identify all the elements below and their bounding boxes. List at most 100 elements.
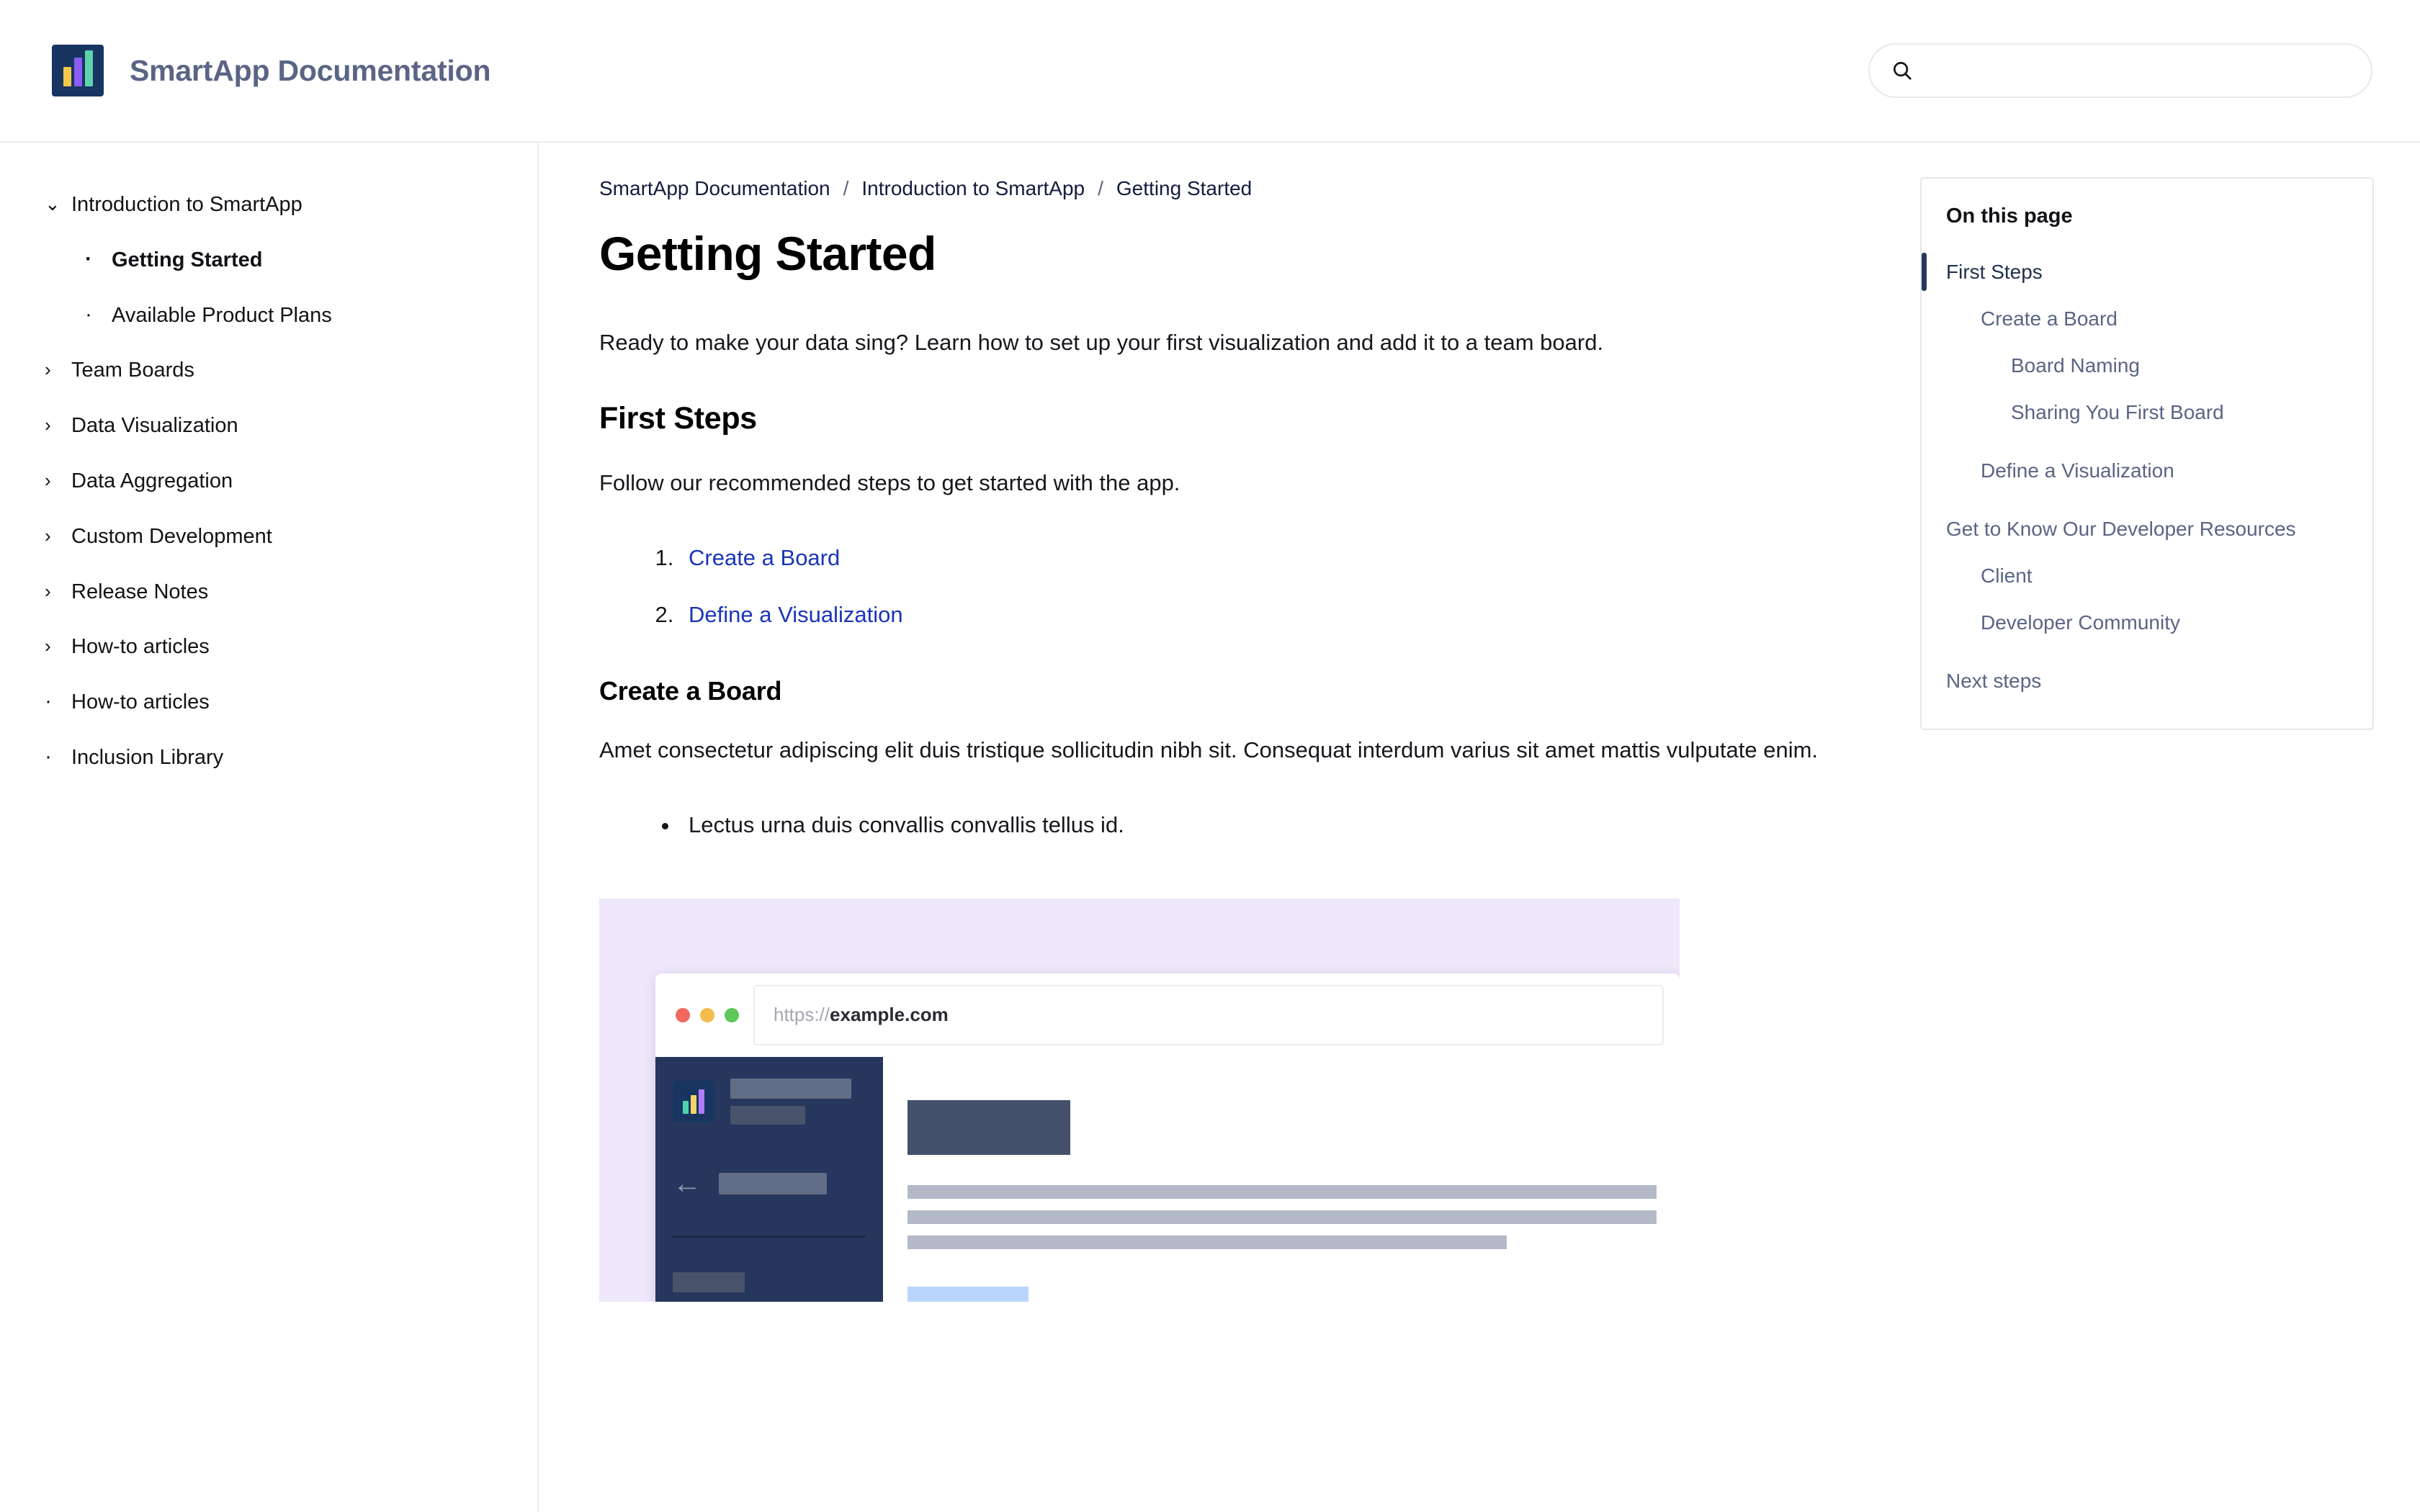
mock-app-content xyxy=(883,1056,1680,1302)
breadcrumb: SmartApp Documentation / Introduction to… xyxy=(599,177,1887,200)
section-heading-create-a-board: Create a Board xyxy=(599,676,782,706)
breadcrumb-separator: / xyxy=(843,177,849,199)
toc-link-sharing-you-first-board[interactable]: Sharing You First Board xyxy=(1922,389,2372,436)
sidebar-item-label: Getting Started xyxy=(112,248,263,271)
app-header: SmartApp Documentation xyxy=(0,0,2420,143)
mock-back-row: ← xyxy=(673,1169,866,1198)
mock-browser-window: https://example.com ← xyxy=(655,973,1680,1302)
chevron-right-icon: › xyxy=(45,524,51,546)
chevron-right-icon: › xyxy=(45,414,51,436)
toc-link-developer-resources[interactable]: Get to Know Our Developer Resources xyxy=(1922,505,2372,552)
toc-spacer xyxy=(1922,494,2372,505)
toc-link-create-a-board[interactable]: Create a Board xyxy=(1922,295,2372,342)
chevron-right-icon: › xyxy=(45,580,51,602)
first-steps-paragraph: Follow our recommended steps to get star… xyxy=(599,469,1180,495)
sidebar-item-how-to-articles[interactable]: › How-to articles xyxy=(0,619,537,675)
content-block-blue xyxy=(908,1286,1028,1302)
bullet-dot-icon: · xyxy=(85,302,92,326)
sidebar-item-label: How-to articles xyxy=(71,635,210,659)
breadcrumb-item-root[interactable]: SmartApp Documentation xyxy=(599,177,830,200)
url-host: example.com xyxy=(830,1004,949,1026)
sidebar-item-inclusion-library[interactable]: · Inclusion Library xyxy=(0,730,537,786)
brand[interactable]: SmartApp Documentation xyxy=(52,45,490,96)
sidebar-item-how-to-articles-2[interactable]: · How-to articles xyxy=(0,675,537,730)
list-item: Define a Visualization xyxy=(680,598,1887,632)
on-this-page-panel: On this page First Steps Create a Board … xyxy=(1920,177,2374,730)
sidebar-item-data-visualization[interactable]: › Data Visualization xyxy=(0,398,537,454)
toc-link-define-a-visualization[interactable]: Define a Visualization xyxy=(1922,447,2372,494)
text-line-placeholder xyxy=(908,1210,1657,1224)
sidebar-item-label: How-to articles xyxy=(71,690,210,714)
toc-link-next-steps[interactable]: Next steps xyxy=(1922,657,2372,704)
toc-spacer xyxy=(1922,646,2372,657)
toc-spacer xyxy=(1922,436,2372,447)
close-dot-icon xyxy=(676,1007,690,1022)
sidebar-item-label: Introduction to SmartApp xyxy=(71,193,302,216)
breadcrumb-item-section[interactable]: Introduction to SmartApp xyxy=(861,177,1085,200)
chevron-right-icon: › xyxy=(45,635,51,657)
bar-chart-logo-icon xyxy=(52,45,104,96)
mock-bar-chart-logo-icon xyxy=(673,1080,714,1122)
on-this-page-title: On this page xyxy=(1946,204,2073,228)
sidebar-item-label: Available Product Plans xyxy=(112,303,332,327)
placeholder-bar xyxy=(730,1105,805,1125)
breadcrumb-item-current[interactable]: Getting Started xyxy=(1116,177,1252,200)
app-screenshot-illustration: https://example.com ← xyxy=(599,898,1680,1302)
arrow-left-icon: ← xyxy=(673,1167,702,1200)
sidebar-item-label: Team Boards xyxy=(71,359,194,382)
window-controls xyxy=(676,1007,739,1022)
sidebar-item-release-notes[interactable]: › Release Notes xyxy=(0,564,537,620)
sidebar-item-label: Release Notes xyxy=(71,580,209,603)
logo-bar-yellow xyxy=(63,67,71,86)
page-shell: ⌄ Introduction to SmartApp · Getting Sta… xyxy=(0,143,2420,1512)
sidebar-item-team-boards[interactable]: › Team Boards xyxy=(0,343,537,398)
sidebar-item-label: Data Aggregation xyxy=(71,469,233,492)
bullet-dot-icon: · xyxy=(45,689,52,714)
sidebar-item-introduction-to-smartapp[interactable]: ⌄ Introduction to SmartApp xyxy=(0,177,537,233)
toc-link-client[interactable]: Client xyxy=(1922,552,2372,599)
mock-sidebar-divider xyxy=(673,1235,866,1238)
toc-link-first-steps[interactable]: First Steps xyxy=(1922,248,2372,295)
on-this-page-column: On this page First Steps Create a Board … xyxy=(1887,143,2420,1512)
placeholder-bar xyxy=(673,1272,745,1292)
search-icon xyxy=(1894,62,1912,80)
chevron-right-icon: › xyxy=(45,359,51,381)
minimize-dot-icon xyxy=(700,1007,714,1022)
intro-paragraph: Ready to make your data sing? Learn how … xyxy=(599,329,1604,355)
search-box[interactable] xyxy=(1868,43,2372,98)
article-main: SmartApp Documentation / Introduction to… xyxy=(539,143,1887,1512)
mock-browser-body: ← xyxy=(655,1056,1680,1302)
text-line-placeholder xyxy=(908,1184,1657,1199)
bullet-dot-icon: · xyxy=(85,246,92,271)
list-item: Lectus urna duis convallis convallis tel… xyxy=(680,809,1887,842)
create-board-paragraph: Amet consectetur adipiscing elit duis tr… xyxy=(599,737,1819,763)
bullet-dot-icon: · xyxy=(45,744,52,768)
breadcrumb-separator: / xyxy=(1098,177,1103,199)
section-heading-first-steps: First Steps xyxy=(599,400,757,436)
brand-title: SmartApp Documentation xyxy=(130,53,491,87)
list-item: Create a Board xyxy=(680,541,1887,575)
search-input[interactable] xyxy=(1924,58,2349,83)
create-board-bullet-list: Lectus urna duis convallis convallis tel… xyxy=(599,809,1887,842)
sidebar-item-data-aggregation[interactable]: › Data Aggregation xyxy=(0,454,537,509)
sidebar-item-custom-development[interactable]: › Custom Development xyxy=(0,509,537,564)
sidebar-item-label: Inclusion Library xyxy=(71,745,224,769)
page-title: Getting Started xyxy=(599,227,936,280)
sidebar-item-label: Data Visualization xyxy=(71,414,238,438)
sidebar-nav: ⌄ Introduction to SmartApp · Getting Sta… xyxy=(0,143,539,1512)
sidebar-item-available-product-plans[interactable]: · Available Product Plans xyxy=(0,288,537,343)
mock-logo-bar-purple xyxy=(699,1089,704,1114)
mock-logo-bar-teal xyxy=(683,1100,689,1114)
mock-browser-toolbar: https://example.com xyxy=(655,973,1680,1057)
mock-url-field: https://example.com xyxy=(753,984,1664,1045)
placeholder-bar xyxy=(719,1172,827,1194)
toc-link-board-naming[interactable]: Board Naming xyxy=(1922,342,2372,389)
link-create-a-board[interactable]: Create a Board xyxy=(689,545,840,570)
toc-link-developer-community[interactable]: Developer Community xyxy=(1922,599,2372,646)
link-define-a-visualization[interactable]: Define a Visualization xyxy=(689,602,903,627)
text-line-placeholder xyxy=(908,1235,1507,1249)
url-scheme: https:// xyxy=(774,1004,830,1026)
first-steps-list: Create a Board Define a Visualization xyxy=(599,541,1887,631)
maximize-dot-icon xyxy=(725,1007,739,1022)
sidebar-item-getting-started[interactable]: · Getting Started xyxy=(0,233,537,288)
